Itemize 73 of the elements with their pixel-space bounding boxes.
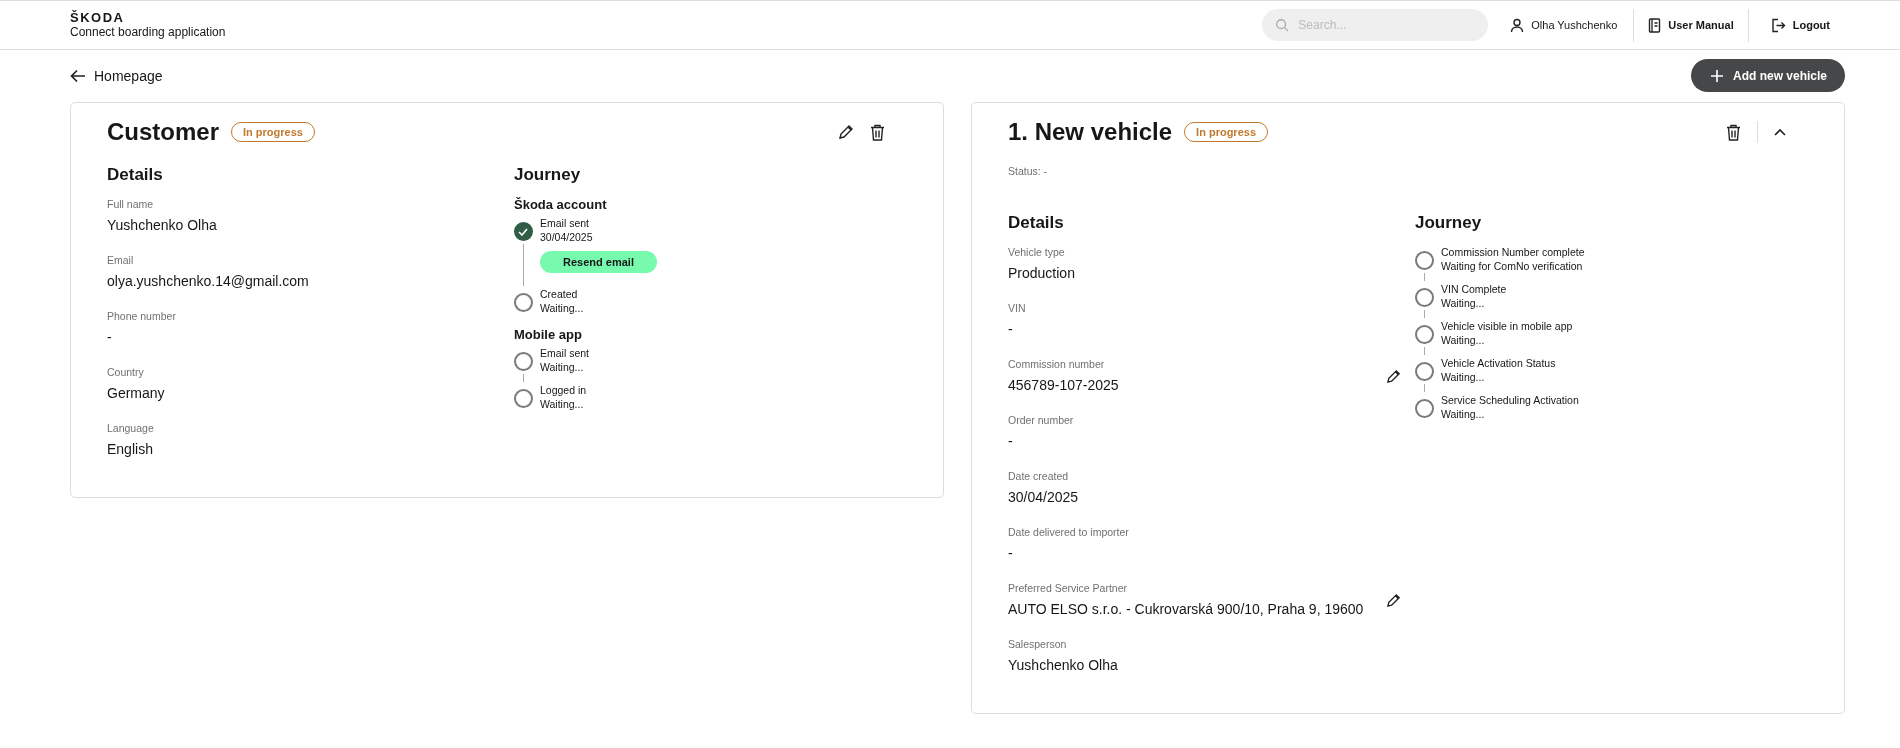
- logout-link[interactable]: Logout: [1748, 17, 1830, 33]
- step-status: Waiting...: [540, 397, 585, 411]
- step-status: Waiting...: [540, 301, 584, 315]
- logout-icon: [1770, 17, 1786, 33]
- user-menu[interactable]: Olha Yushchenko: [1510, 17, 1634, 33]
- field-label: Commission number: [1008, 357, 1106, 371]
- section-heading: Journey: [1415, 213, 1483, 233]
- step-name: Email sent: [540, 346, 590, 360]
- field-value: -: [1008, 432, 1014, 451]
- user-icon: [1510, 17, 1525, 33]
- plus-icon: [1710, 69, 1723, 82]
- step-name: VIN Complete: [1441, 282, 1507, 296]
- field-label: Country: [107, 365, 145, 379]
- status-line: Status: -: [1008, 165, 1049, 177]
- field-value: 30/04/2025: [1008, 488, 1079, 507]
- step-name: Commission Number complete: [1441, 245, 1585, 259]
- section-heading: Details: [107, 165, 164, 185]
- field-value: -: [1008, 320, 1014, 339]
- edit-icon[interactable]: [838, 124, 854, 140]
- chevron-icon[interactable]: [1774, 128, 1786, 136]
- field-value: 456789-107-2025: [1008, 376, 1119, 395]
- field-label: VIN: [1008, 301, 1026, 315]
- field-label: Phone number: [107, 309, 177, 323]
- step-status: Waiting...: [1441, 370, 1486, 384]
- step-name: Logged in: [540, 383, 587, 397]
- field-value: Germany: [107, 384, 166, 403]
- field-value: Production: [1008, 264, 1075, 283]
- user-manual-link[interactable]: User Manual: [1634, 17, 1748, 33]
- app-name: Connect boarding application: [70, 25, 226, 39]
- step-name: Vehicle visible in mobile app: [1441, 319, 1573, 333]
- brand-logo[interactable]: ŠKODA: [70, 11, 226, 25]
- back-link[interactable]: Homepage: [70, 67, 163, 84]
- book-icon: [1648, 17, 1662, 33]
- field-label: Vehicle type: [1008, 245, 1066, 259]
- field-label: Preferred Service Partner: [1008, 581, 1129, 595]
- delete-icon[interactable]: [870, 123, 885, 141]
- step-status: Waiting...: [1441, 333, 1486, 347]
- field-label: Date created: [1008, 469, 1070, 483]
- field-value: Yushchenko Olha: [107, 216, 218, 235]
- step-status: Waiting...: [540, 360, 585, 374]
- field-value: English: [107, 440, 154, 459]
- add-vehicle-button[interactable]: Add new vehicle: [1690, 59, 1845, 92]
- field-label: Order number: [1008, 413, 1074, 427]
- edit-icon[interactable]: [1386, 369, 1401, 384]
- journey-group-title: Škoda account: [514, 197, 608, 212]
- field-value: Yushchenko Olha: [1008, 656, 1118, 675]
- field-label: Full name: [107, 197, 155, 211]
- journey-group-title: Mobile app: [514, 327, 583, 342]
- card-title: Customer: [107, 118, 220, 146]
- step-status: 30/04/2025: [540, 230, 594, 244]
- step-name: Vehicle Activation Status: [1441, 356, 1556, 370]
- field-label: Email: [107, 253, 135, 267]
- edit-icon[interactable]: [1386, 593, 1401, 608]
- field-label: Salesperson: [1008, 637, 1068, 651]
- step-status: Waiting for ComNo verification: [1441, 259, 1584, 273]
- step-status: Waiting...: [1441, 296, 1486, 310]
- delete-icon[interactable]: [1726, 123, 1741, 141]
- step-name: Email sent: [540, 216, 591, 230]
- resend-email-button[interactable]: Resend email: [540, 251, 657, 273]
- search-icon: [1275, 18, 1290, 32]
- field-label: Language: [107, 421, 155, 435]
- field-value: -: [107, 328, 113, 347]
- field-value: olya.yushchenko.14@gmail.com: [107, 272, 310, 291]
- step-status: Waiting...: [1441, 407, 1486, 421]
- field-value: -: [1008, 544, 1014, 563]
- back-arrow-icon: [70, 68, 86, 83]
- field-label: Date delivered to importer: [1008, 525, 1129, 539]
- step-name: Service Scheduling Activation: [1441, 393, 1579, 407]
- section-heading: Details: [1008, 213, 1065, 233]
- section-heading: Journey: [514, 165, 582, 185]
- step-name: Created: [540, 287, 579, 301]
- field-value: AUTO ELSO s.r.o. - Cukrovarská 900/10, Praha 9, 19600: [1008, 600, 1364, 619]
- card-title: 1. New vehicle: [1008, 118, 1173, 146]
